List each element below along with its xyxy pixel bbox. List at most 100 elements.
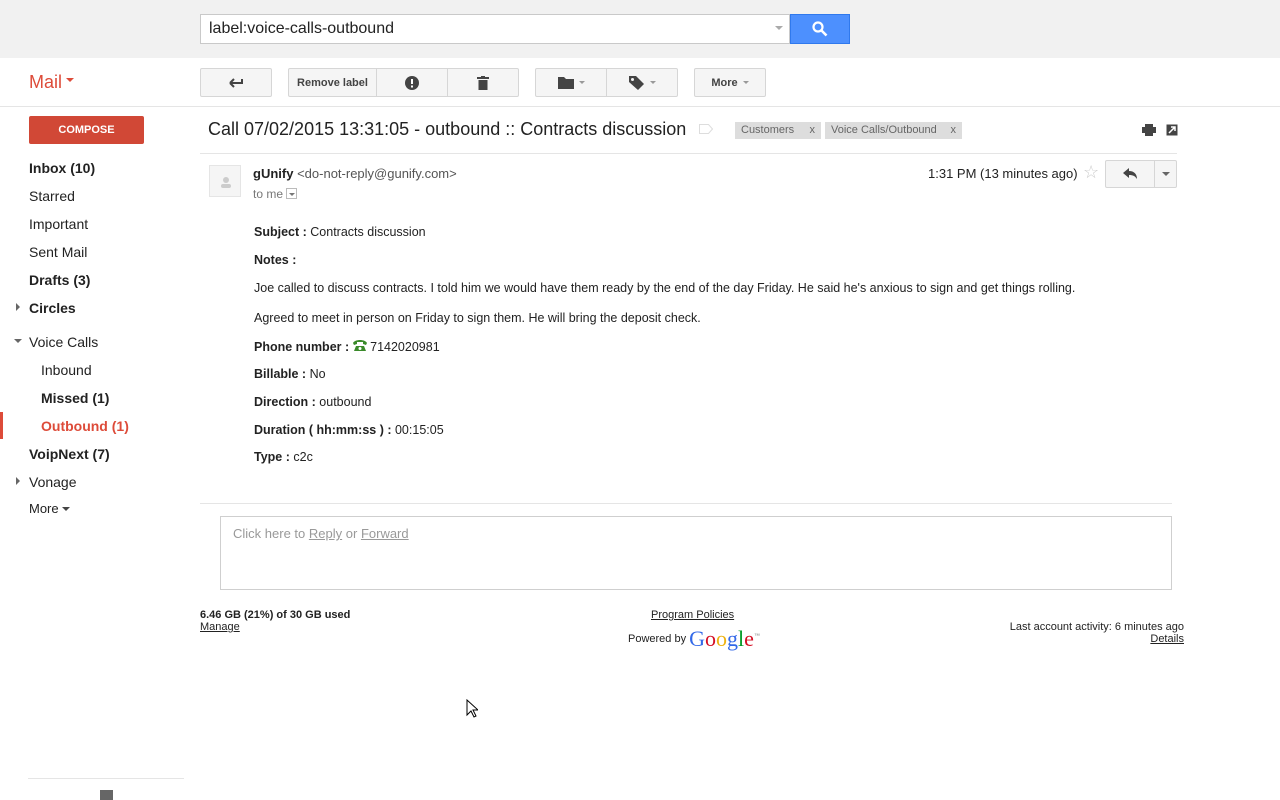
sidebar-item-inbound[interactable]: Inbound	[41, 362, 92, 378]
sender-avatar	[209, 165, 241, 197]
sidebar-item-missed[interactable]: Missed (1)	[41, 390, 109, 406]
sidebar-item-outbound[interactable]: Outbound (1)	[41, 418, 129, 434]
more-label: More	[29, 501, 59, 516]
field-label: Direction :	[254, 395, 316, 409]
new-window-icon[interactable]	[1166, 124, 1178, 136]
divider	[200, 503, 1172, 504]
sidebar-item-voipnext[interactable]: VoipNext (7)	[29, 446, 110, 462]
trash-icon	[477, 75, 489, 90]
field-subject: Subject : Contracts discussion	[254, 225, 426, 239]
chevron-down-icon	[578, 81, 585, 87]
sender-name[interactable]: gUnify	[253, 166, 293, 181]
important-marker-icon[interactable]	[699, 124, 713, 134]
chevron-down-icon	[1162, 172, 1170, 180]
expand-icon[interactable]	[16, 477, 24, 485]
forward-link[interactable]: Forward	[361, 526, 409, 541]
star-icon[interactable]: ☆	[1083, 162, 1099, 183]
phone-icon[interactable]	[352, 339, 367, 351]
collapse-icon[interactable]	[14, 339, 22, 347]
sidebar-item-vonage[interactable]: Vonage	[29, 474, 77, 490]
back-arrow-icon	[229, 77, 243, 88]
remove-label-button[interactable]: Remove label	[288, 69, 377, 96]
more-button[interactable]: More	[694, 68, 766, 97]
divider	[28, 778, 184, 779]
reply-prompt: Click here to	[233, 526, 306, 541]
move-to-button[interactable]	[536, 69, 606, 96]
app-name: Mail	[29, 72, 63, 92]
search-icon	[812, 21, 828, 37]
label-chip-customers[interactable]: Customers x	[735, 122, 821, 139]
field-phone: Phone number : 7142020981	[254, 339, 440, 354]
show-details-dropdown[interactable]	[286, 188, 298, 199]
sidebar-item-starred[interactable]: Starred	[29, 188, 75, 204]
sidebar-item-circles[interactable]: Circles	[29, 300, 76, 316]
search-button[interactable]	[790, 14, 850, 44]
sidebar-item-drafts[interactable]: Drafts (3)	[29, 272, 90, 288]
search-input[interactable]: label:voice-calls-outbound	[200, 14, 790, 44]
label-chip-voice-calls-outbound[interactable]: Voice Calls/Outbound x	[825, 122, 962, 139]
folder-icon	[557, 76, 574, 89]
more-actions-dropdown[interactable]	[1155, 161, 1177, 187]
chevron-down-icon	[649, 81, 656, 87]
field-label: Type :	[254, 450, 290, 464]
remove-label-icon[interactable]: x	[810, 124, 816, 136]
reply-button[interactable]	[1106, 161, 1154, 187]
chevron-down-icon	[742, 81, 749, 87]
remove-label-text: Remove label	[297, 76, 368, 89]
field-value: c2c	[293, 450, 313, 464]
sidebar-item-inbox[interactable]: Inbox (10)	[29, 160, 95, 176]
remove-label-icon[interactable]: x	[951, 124, 957, 136]
field-value: No	[309, 367, 326, 381]
field-direction: Direction : outbound	[254, 395, 371, 409]
sender: gUnify <do-not-reply@gunify.com>	[253, 166, 457, 181]
last-activity: Last account activity: 6 minutes ago	[1009, 621, 1184, 633]
reply-button-group	[1105, 160, 1177, 188]
mouse-cursor-icon	[466, 699, 478, 718]
field-value: Contracts discussion	[310, 225, 426, 239]
field-label: Notes :	[254, 253, 297, 267]
quick-reply-box[interactable]: Click here to Reply or Forward	[220, 516, 1172, 590]
labels-button[interactable]	[607, 69, 677, 96]
field-label: Phone number :	[254, 340, 350, 354]
field-value: outbound	[319, 395, 372, 409]
back-button[interactable]	[200, 68, 272, 97]
field-duration: Duration ( hh:mm:ss ) : 00:15:05	[254, 423, 444, 437]
active-indicator	[0, 412, 3, 439]
search-query[interactable]: label:voice-calls-outbound	[209, 20, 394, 37]
reply-or: or	[345, 526, 358, 541]
chevron-down-icon	[66, 78, 75, 86]
sidebar-item-sent-mail[interactable]: Sent Mail	[29, 244, 87, 260]
reply-icon	[1123, 168, 1137, 179]
field-label: Duration ( hh:mm:ss ) :	[254, 423, 392, 437]
sidebar-item-more[interactable]: More	[29, 501, 70, 516]
chevron-down-icon	[61, 507, 70, 515]
expand-icon[interactable]	[16, 303, 24, 311]
report-spam-button[interactable]	[377, 69, 447, 96]
powered-by-text: Powered by	[628, 633, 687, 645]
field-label: Billable :	[254, 367, 307, 381]
exclamation-icon	[405, 75, 419, 90]
label-name: Voice Calls/Outbound	[831, 124, 937, 136]
field-value: 00:15:05	[394, 423, 444, 437]
activity-details-link[interactable]: Details	[1150, 633, 1184, 645]
email-time: 1:31 PM (13 minutes ago)	[928, 166, 1078, 181]
search-options-dropdown-icon[interactable]	[775, 26, 783, 34]
manage-storage-link[interactable]: Manage	[200, 621, 240, 633]
sender-email: <do-not-reply@gunify.com>	[297, 166, 457, 181]
field-label: Subject :	[254, 225, 307, 239]
mail-switcher[interactable]: Mail	[29, 72, 75, 93]
reply-link[interactable]: Reply	[309, 526, 342, 541]
compose-label: COMPOSE	[58, 124, 115, 136]
tag-icon	[628, 75, 644, 90]
powered-by: Powered by Google™	[628, 626, 760, 651]
notes-paragraph-1: Joe called to discuss contracts. I told …	[254, 281, 1076, 295]
print-icon[interactable]	[1142, 124, 1156, 136]
hangouts-icon[interactable]	[100, 790, 113, 800]
program-policies-link[interactable]: Program Policies	[651, 609, 734, 621]
delete-button[interactable]	[448, 69, 518, 96]
sidebar-item-important[interactable]: Important	[29, 216, 88, 232]
compose-button[interactable]: COMPOSE	[29, 116, 144, 144]
recipients: to me	[253, 187, 298, 201]
divider	[0, 106, 1280, 107]
sidebar-item-voice-calls[interactable]: Voice Calls	[29, 334, 98, 350]
